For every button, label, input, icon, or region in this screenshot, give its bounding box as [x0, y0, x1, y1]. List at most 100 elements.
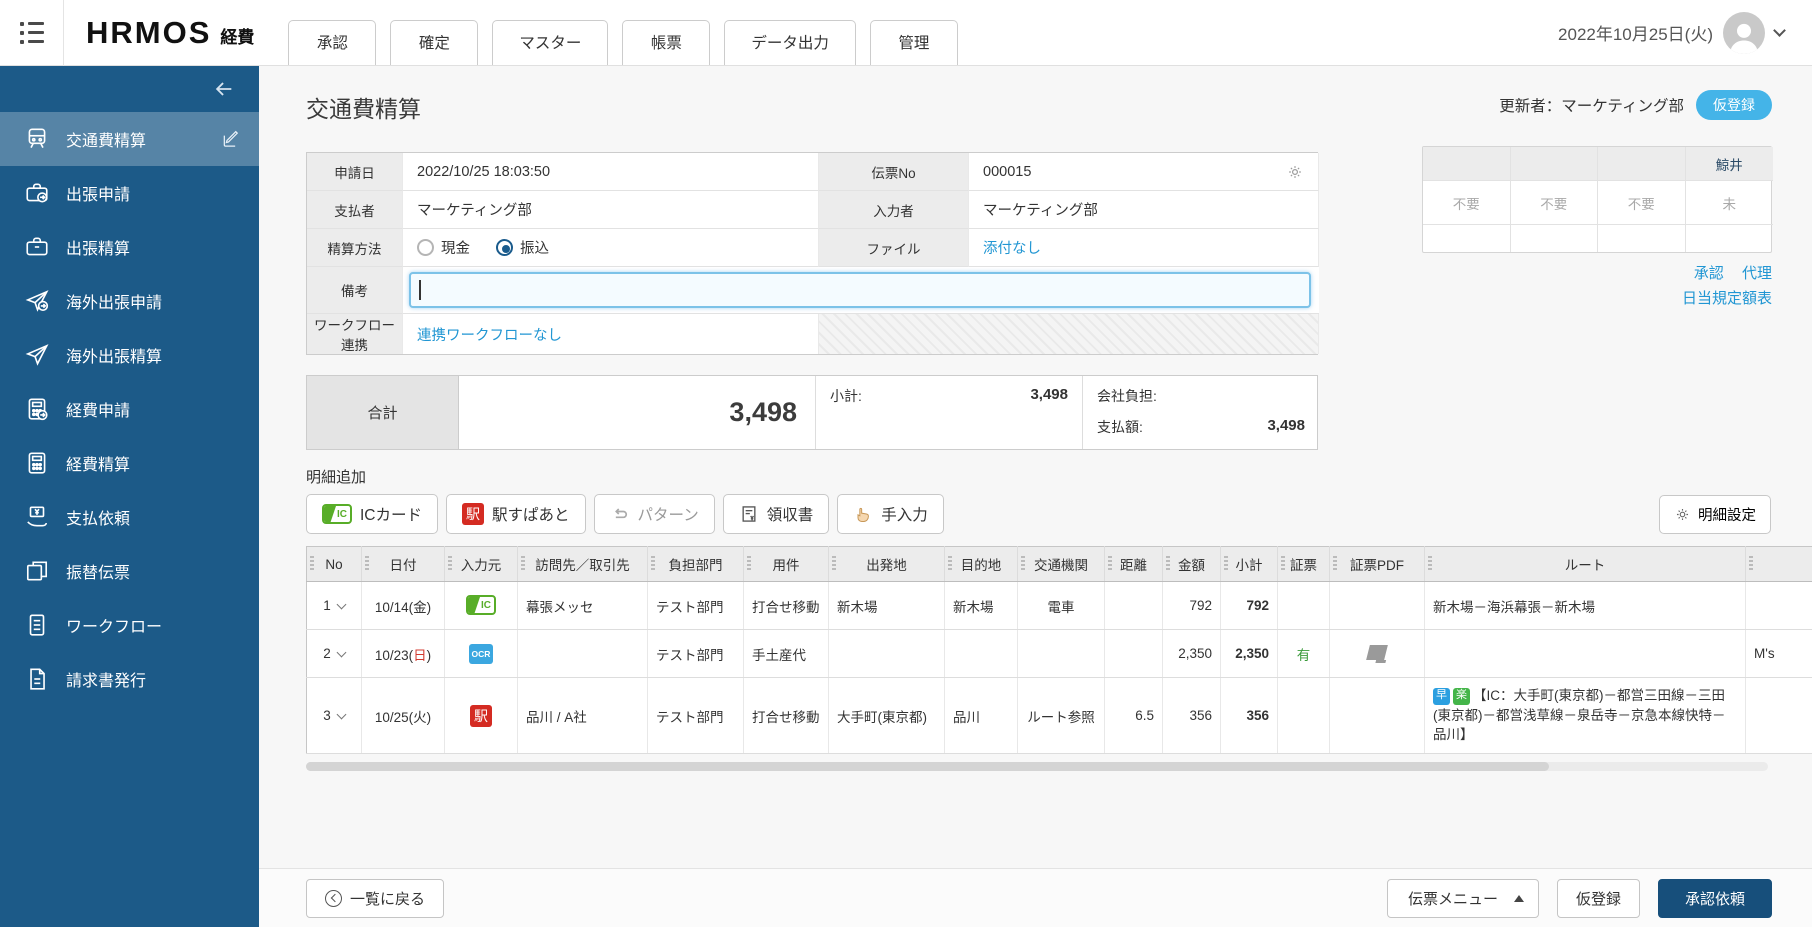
- company-burden-cell: 会社負担: 支払額: 3,498: [1083, 376, 1319, 449]
- ekispert-button[interactable]: 駅 駅すぱあと: [446, 494, 586, 534]
- collapse-arrow-icon[interactable]: [213, 78, 235, 100]
- cell-date: 10/23(日): [362, 630, 445, 678]
- tab-approval[interactable]: 承認: [288, 20, 376, 65]
- row-expand-chevron[interactable]: [336, 647, 346, 657]
- row-expand-chevron[interactable]: [336, 599, 346, 609]
- col-to[interactable]: 目的地: [945, 547, 1018, 582]
- payment-hand-icon: [24, 504, 50, 530]
- col-date[interactable]: 日付: [362, 547, 445, 582]
- radio-cash[interactable]: 現金: [417, 237, 470, 258]
- col-route[interactable]: ルート: [1425, 547, 1746, 582]
- cell-to: 品川: [945, 678, 1018, 754]
- cell-no: 1: [307, 582, 362, 630]
- transfer-slip-icon: [24, 558, 50, 584]
- tab-master[interactable]: マスター: [492, 20, 608, 65]
- sidebar: 交通費精算 出張申請 出張精算 海外出張申請: [0, 66, 259, 927]
- sidebar-item-label: 経費精算: [66, 451, 130, 475]
- col-voucher[interactable]: 証票: [1278, 547, 1330, 582]
- pattern-button[interactable]: パターン: [594, 494, 715, 534]
- col-subtotal[interactable]: 小計: [1221, 547, 1278, 582]
- workflow-link[interactable]: 連携ワークフローなし: [417, 324, 562, 345]
- sidebar-item-label: 振替伝票: [66, 559, 130, 583]
- horizontal-scrollbar: [306, 762, 1768, 771]
- subtotal-cell: 小計: 3,498: [816, 376, 1083, 449]
- tab-confirm[interactable]: 確定: [390, 20, 478, 65]
- proxy-link[interactable]: 代理: [1742, 265, 1772, 282]
- back-chevron-icon: [325, 890, 342, 907]
- slip-menu-button[interactable]: 伝票メニュー: [1387, 879, 1539, 918]
- menu-icon[interactable]: [0, 0, 64, 66]
- tab-admin[interactable]: 管理: [870, 20, 958, 65]
- sidebar-item-workflow[interactable]: ワークフロー: [0, 598, 259, 652]
- receipt-button[interactable]: 領収書: [723, 494, 830, 534]
- cell-source: 駅: [445, 678, 518, 754]
- sidebar-item-invoice-issue[interactable]: 請求書発行: [0, 652, 259, 706]
- col-distance[interactable]: 距離: [1105, 547, 1163, 582]
- briefcase-request-icon: [24, 180, 50, 206]
- sidebar-item-expense-request[interactable]: 経費申請: [0, 382, 259, 436]
- remarks-input[interactable]: [409, 272, 1311, 308]
- sidebar-item-trip-request[interactable]: 出張申請: [0, 166, 259, 220]
- detail-table-wrapper: No 日付 入力元 訪問先／取引先 負担部門 用件 出発地 目的地 交通機関 距…: [306, 546, 1812, 754]
- col-voucher-pdf[interactable]: 証票PDF: [1330, 547, 1425, 582]
- chevron-down-icon[interactable]: [1773, 24, 1786, 37]
- horizontal-scrollbar-thumb[interactable]: [306, 762, 1549, 771]
- radio-bank-transfer[interactable]: 振込: [496, 237, 549, 258]
- approve-link[interactable]: 承認: [1694, 265, 1724, 282]
- sidebar-item-transport-expense[interactable]: 交通費精算: [0, 112, 259, 166]
- current-date: 2022年10月25日(火): [1558, 20, 1713, 45]
- radio-bank-transfer-circle[interactable]: [496, 239, 513, 256]
- approval-status-cell: 不要: [1598, 181, 1686, 225]
- cell-dept: テスト部門: [648, 630, 744, 678]
- cell-extra: M's: [1746, 630, 1812, 678]
- tab-forms[interactable]: 帳票: [622, 20, 710, 65]
- approval-request-button[interactable]: 承認依頼: [1658, 879, 1772, 918]
- sidebar-item-overseas-trip-settlement[interactable]: 海外出張精算: [0, 328, 259, 382]
- workflow-link-label: ワークフロー連携: [307, 314, 403, 354]
- sidebar-item-payment-request[interactable]: 支払依頼: [0, 490, 259, 544]
- edit-icon[interactable]: [221, 129, 241, 149]
- back-to-list-button[interactable]: 一覧に戻る: [306, 879, 444, 918]
- sidebar-item-overseas-trip-request[interactable]: 海外出張申請: [0, 274, 259, 328]
- receipt-icon: [739, 504, 759, 524]
- sidebar-item-transfer-slip[interactable]: 振替伝票: [0, 544, 259, 598]
- tab-data-export[interactable]: データ出力: [724, 20, 856, 65]
- airplane-request-icon: [24, 288, 50, 314]
- draft-save-button[interactable]: 仮登録: [1557, 879, 1640, 918]
- application-date-label: 申請日: [307, 153, 403, 191]
- cell-to: 新木場: [945, 582, 1018, 630]
- receipt-pdf-icon[interactable]: [1366, 645, 1388, 660]
- ic-card-button[interactable]: IC ICカード: [306, 494, 438, 534]
- file-attachment-link[interactable]: 添付なし: [983, 237, 1041, 258]
- sidebar-item-trip-settlement[interactable]: 出張精算: [0, 220, 259, 274]
- topbar: HRMOS 経費 承認 確定 マスター 帳票 データ出力 管理 2022年10月…: [0, 0, 1812, 66]
- cell-route: [1425, 630, 1746, 678]
- col-from[interactable]: 出発地: [829, 547, 945, 582]
- easy-route-badge: 楽: [1453, 688, 1470, 705]
- sidebar-item-label: 経費申請: [66, 397, 130, 421]
- entry-person-label: 入力者: [819, 191, 969, 229]
- radio-cash-circle[interactable]: [417, 239, 434, 256]
- status-badge: 仮登録: [1696, 90, 1772, 120]
- cell-voucher-pdf: [1330, 582, 1425, 630]
- row-expand-chevron[interactable]: [336, 709, 346, 719]
- daily-allowance-link[interactable]: 日当規定額表: [1682, 290, 1772, 307]
- sidebar-item-label: 請求書発行: [66, 667, 146, 691]
- col-transport[interactable]: 交通機関: [1018, 547, 1105, 582]
- avatar[interactable]: [1723, 12, 1765, 54]
- payment-label: 支払額:: [1097, 417, 1143, 437]
- sidebar-item-expense-settlement[interactable]: 経費精算: [0, 436, 259, 490]
- gear-icon[interactable]: [1286, 163, 1304, 181]
- col-purpose[interactable]: 用件: [744, 547, 829, 582]
- cell-distance: 6.5: [1105, 678, 1163, 754]
- col-amount[interactable]: 金額: [1163, 547, 1221, 582]
- invoice-doc-icon: [24, 666, 50, 692]
- col-visit[interactable]: 訪問先／取引先: [518, 547, 648, 582]
- hand-input-icon: [853, 504, 873, 524]
- col-source[interactable]: 入力元: [445, 547, 518, 582]
- manual-input-button[interactable]: 手入力: [837, 494, 944, 534]
- detail-settings-button[interactable]: 明細設定: [1659, 495, 1771, 534]
- col-dept[interactable]: 負担部門: [648, 547, 744, 582]
- col-no[interactable]: No: [307, 547, 362, 582]
- remarks-cell: [403, 267, 1319, 314]
